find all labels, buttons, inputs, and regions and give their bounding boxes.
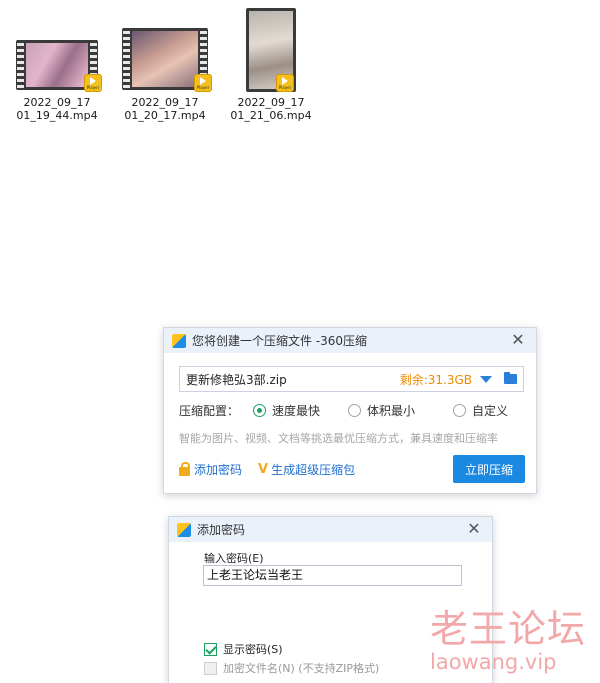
folder-icon[interactable] xyxy=(504,372,517,384)
password-input-label: 输入密码(E) xyxy=(204,552,264,565)
compress-dialog: 您将创建一个压缩文件 -360压缩 ✕ 更新修艳弘3部.zip 剩余:31.3G… xyxy=(163,327,537,494)
file-name: 2022_09_17 01_21_06.mp4 xyxy=(230,96,312,122)
free-space-label: 剩余:31.3GB xyxy=(399,372,472,387)
file-name: 2022_09_17 01_19_44.mp4 xyxy=(16,96,98,122)
radio-custom[interactable]: 自定义 xyxy=(453,402,508,419)
video-file-2[interactable]: Player 2022_09_17 01_20_17.mp4 xyxy=(110,8,220,122)
video-thumbnail: Player xyxy=(122,8,212,92)
password-input[interactable]: 上老王论坛当老王 xyxy=(203,565,462,586)
lock-icon xyxy=(179,462,190,476)
super-pack-link[interactable]: 生成超级压缩包 xyxy=(271,461,355,478)
compression-hint: 智能为图片、视频、文档等挑选最优压缩方式，兼具速度和压缩率 xyxy=(179,432,498,445)
checkbox-disabled-icon[interactable] xyxy=(204,661,217,675)
watermark-chinese: 老王论坛 xyxy=(430,607,587,651)
compress-dialog-titlebar[interactable]: 您将创建一个压缩文件 -360压缩 ✕ xyxy=(164,328,536,353)
file-name: 2022_09_17 01_20_17.mp4 xyxy=(124,96,206,122)
password-dialog-titlebar[interactable]: 添加密码 ✕ xyxy=(169,517,492,542)
radio-speed-fastest[interactable]: 速度最快 xyxy=(253,402,320,419)
archive-path-field[interactable]: 更新修艳弘3部.zip 剩余:31.3GB xyxy=(179,366,524,392)
video-file-1[interactable]: Player 2022_09_17 01_19_44.mp4 xyxy=(2,8,112,122)
radio-checked-icon[interactable] xyxy=(253,404,267,417)
radio-unchecked-icon[interactable] xyxy=(348,404,362,417)
radio-smallest-size[interactable]: 体积最小 xyxy=(348,402,415,419)
password-dialog-title: 添加密码 xyxy=(197,523,246,537)
watermark-url: laowang.vip xyxy=(430,650,557,674)
dropdown-arrow-icon[interactable] xyxy=(480,375,492,383)
compress-dialog-title: 您将创建一个压缩文件 -360压缩 xyxy=(192,334,368,348)
player-badge-icon: Player xyxy=(194,74,212,92)
close-icon[interactable]: ✕ xyxy=(466,521,482,537)
video-thumbnail: Player xyxy=(246,8,296,92)
compress-now-button[interactable]: 立即压缩 xyxy=(453,455,525,483)
show-password-checkbox[interactable]: 显示密码(S) xyxy=(204,641,283,657)
compress-options-links: 添加密码 V 生成超级压缩包 xyxy=(179,461,355,478)
compression-config-row: 压缩配置： 速度最快 体积最小 自定义 xyxy=(179,402,508,419)
archive-app-icon xyxy=(172,333,186,348)
super-pack-v-icon: V xyxy=(258,462,269,477)
radio-unchecked-icon[interactable] xyxy=(453,404,467,417)
config-label: 压缩配置： xyxy=(179,404,240,418)
player-badge-icon: Player xyxy=(84,74,102,92)
archive-filename[interactable]: 更新修艳弘3部.zip xyxy=(180,371,400,388)
checkbox-checked-icon[interactable] xyxy=(204,642,217,656)
video-thumbnail: Player xyxy=(16,8,102,92)
archive-app-icon xyxy=(177,522,191,537)
close-icon[interactable]: ✕ xyxy=(510,332,526,348)
video-file-3[interactable]: Player 2022_09_17 01_21_06.mp4 xyxy=(216,8,326,122)
player-badge-icon: Player xyxy=(276,74,294,92)
encrypt-filenames-checkbox[interactable]: 加密文件名(N) (不支持ZIP格式) xyxy=(204,660,379,676)
add-password-link[interactable]: 添加密码 xyxy=(194,461,242,478)
